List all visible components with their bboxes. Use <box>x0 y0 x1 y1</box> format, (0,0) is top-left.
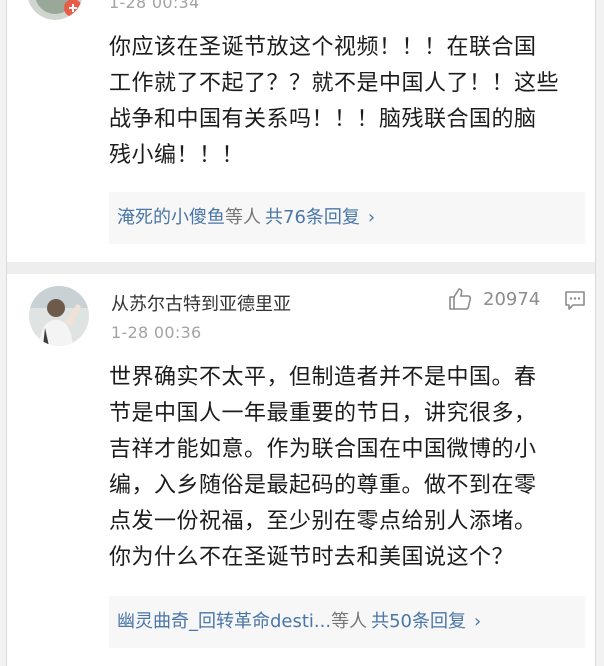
comment-divider <box>7 262 595 274</box>
comment-body-line: 战争和中国有关系吗！！！脑残联合国的脑 <box>109 107 537 132</box>
comment-body-line: 节是中国人一年最重要的节日，讲究很多， <box>109 401 537 426</box>
avatar-bottom-commenter[interactable] <box>29 286 89 346</box>
comment-body-line: 编，入乡随俗是最起码的尊重。做不到在零 <box>109 473 537 498</box>
comment-body-line: 工作就了不起了？？就不是中国人了！！这些 <box>109 71 560 96</box>
reply-count: 共50条回复 <box>371 611 467 632</box>
comment-body: 你应该在圣诞节放这个视频！！！在联合国 工作就了不起了？？就不是中国人了！！这些… <box>109 30 579 174</box>
avatar-image <box>28 0 82 20</box>
like-button[interactable]: 20974 <box>447 286 540 312</box>
reply-usernames-link[interactable]: 淹死的小傻鱼 <box>117 207 225 228</box>
reply-suffix: 等人 <box>331 611 368 632</box>
reply-usernames-link[interactable]: 幽灵曲奇_回转革命desti... <box>117 611 331 632</box>
comment-body-line: 世界确实不太平，但制造者并不是中国。春 <box>109 365 537 390</box>
avatar-top-commenter[interactable] <box>27 0 83 20</box>
like-count: 20974 <box>483 288 541 310</box>
comment-time: 1-28 00:34 <box>109 0 200 12</box>
comment-body-line: 点发一份祝福，至少别在零点给别人添堵。 <box>109 509 537 534</box>
comment-button[interactable] <box>563 288 587 312</box>
thumbs-up-icon <box>449 288 472 310</box>
comment-body-line: 你为什么不在圣诞节时去和美国说这个？ <box>109 545 515 570</box>
comment-username[interactable]: 从苏尔古特到亚德里亚 <box>111 290 291 316</box>
replies-preview-button[interactable]: 淹死的小傻鱼等人 共76条回复 › <box>109 192 585 244</box>
weibo-comment-feed: 1-28 00:34 你应该在圣诞节放这个视频！！！在联合国 工作就了不起了？？… <box>6 0 596 666</box>
comment-body-line: 吉祥才能如意。作为联合国在中国微博的小 <box>109 437 537 462</box>
comment-body: 世界确实不太平，但制造者并不是中国。春 节是中国人一年最重要的节日，讲究很多， … <box>109 360 579 576</box>
chevron-right-icon: › <box>367 207 376 228</box>
reply-suffix: 等人 <box>225 207 261 228</box>
replies-preview-button[interactable]: 幽灵曲奇_回转革命desti...等人 共50条回复 › <box>109 596 585 648</box>
chevron-right-icon: › <box>474 611 482 632</box>
avatar-image <box>29 286 89 346</box>
comment-body-line: 你应该在圣诞节放这个视频！！！在联合国 <box>109 35 537 60</box>
comment-time: 1-28 00:36 <box>111 323 202 342</box>
reply-count: 共76条回复 <box>265 207 360 228</box>
comment-body-line: 残小编！！！ <box>109 143 245 168</box>
comment-icon <box>565 291 585 310</box>
